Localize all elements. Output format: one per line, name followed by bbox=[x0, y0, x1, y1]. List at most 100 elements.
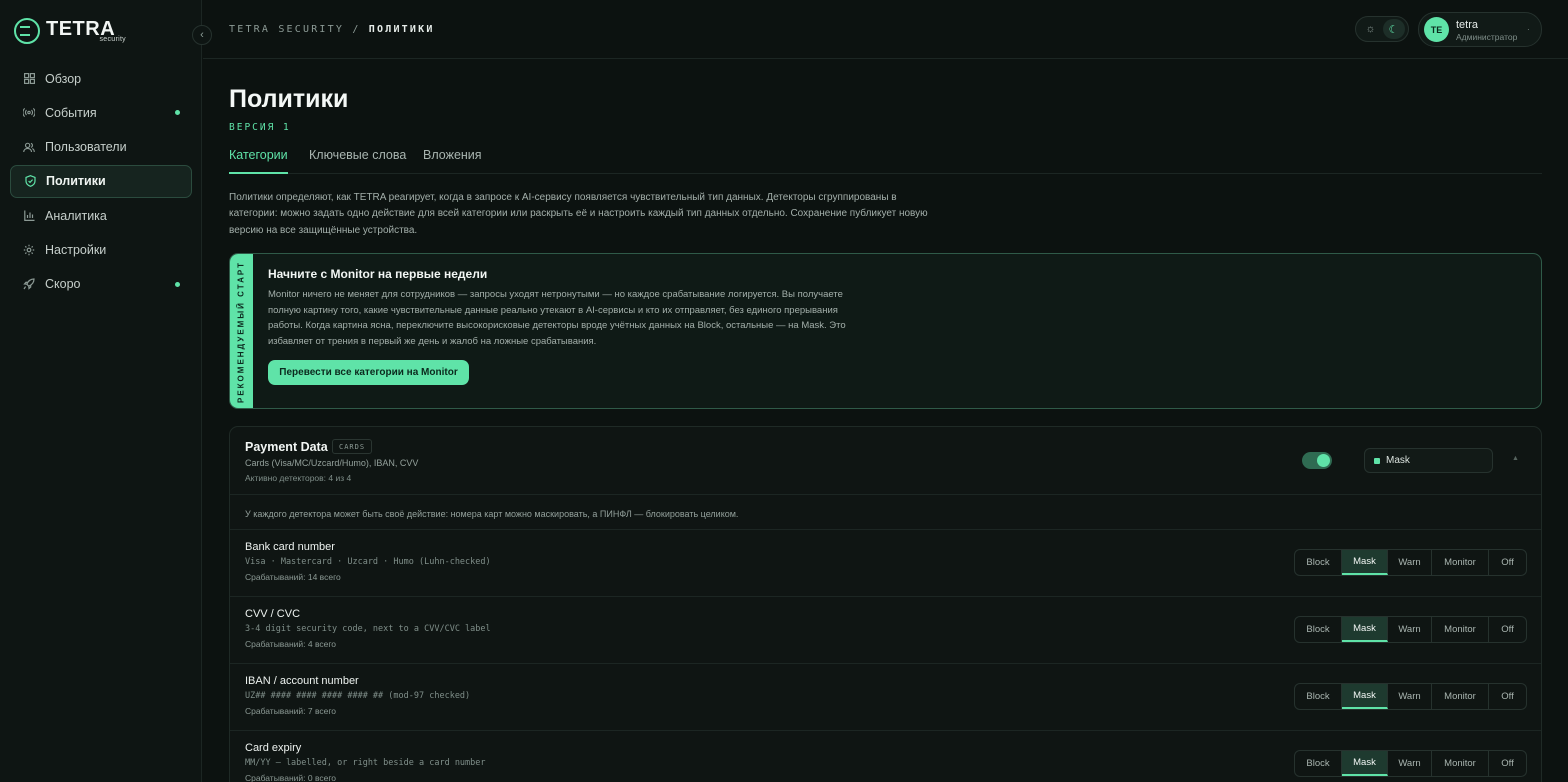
detector-description: 3-4 digit security code, next to a CVV/C… bbox=[245, 624, 491, 634]
sidebar-item-analytics[interactable]: Аналитика bbox=[10, 199, 192, 232]
sidebar-item-soon[interactable]: Скоро bbox=[10, 268, 192, 301]
action-option-off[interactable]: Off bbox=[1489, 751, 1526, 776]
sidebar-item-users[interactable]: Пользователи bbox=[10, 131, 192, 164]
detector-hit-count: Срабатываний: 0 всего bbox=[245, 773, 336, 782]
moon-icon[interactable]: ☾ bbox=[1382, 19, 1405, 39]
sidebar-item-policies[interactable]: Политики bbox=[10, 164, 192, 198]
chevron-left-icon: ‹ bbox=[200, 29, 204, 41]
user-role: Администратор bbox=[1456, 32, 1518, 42]
action-option-warn[interactable]: Warn bbox=[1388, 617, 1432, 642]
topbar: TETRA SECURITY / ПОЛИТИКИ ☼ ☾ TE tetra А… bbox=[203, 0, 1568, 59]
category-card-payment-data: Payment Data CARDS Cards (Visa/MC/Uzcard… bbox=[229, 426, 1542, 782]
sidebar-nav: Обзор События Пользователи Политики Анал… bbox=[10, 62, 192, 302]
action-option-block[interactable]: Block bbox=[1295, 684, 1342, 709]
action-option-mask[interactable]: Mask bbox=[1342, 617, 1388, 642]
detector-row: Card expiry MM/YY — labelled, or right be… bbox=[230, 731, 1541, 782]
action-option-monitor[interactable]: Monitor bbox=[1432, 550, 1489, 575]
recommendation-band-label: РЕКОМЕНДУЕМЫЙ СТАРТ bbox=[236, 261, 246, 403]
theme-toggle: ☼ ☾ bbox=[1355, 16, 1409, 42]
grid-icon bbox=[23, 73, 35, 85]
detector-action-selector: Block Mask Warn Monitor Off bbox=[1294, 549, 1527, 576]
avatar: TE bbox=[1424, 17, 1449, 42]
action-option-mask[interactable]: Mask bbox=[1342, 751, 1388, 776]
shield-icon bbox=[24, 175, 36, 188]
tab-keywords[interactable]: Ключевые слова bbox=[309, 148, 406, 174]
shield-logo-icon bbox=[14, 18, 40, 44]
detector-row: CVV / CVC 3-4 digit security code, next t… bbox=[230, 597, 1541, 664]
action-option-monitor[interactable]: Monitor bbox=[1432, 617, 1489, 642]
set-all-monitor-button[interactable]: Перевести все категории на Monitor bbox=[268, 360, 469, 385]
brand-logo[interactable]: TETRA security bbox=[14, 16, 126, 46]
category-action-select[interactable]: Mask bbox=[1364, 448, 1493, 473]
sidebar-item-label: События bbox=[45, 105, 97, 120]
detector-name: Bank card number bbox=[245, 541, 335, 553]
notification-dot bbox=[175, 110, 180, 116]
recommendation-body: Monitor ничего не меняет для сотрудников… bbox=[268, 289, 846, 347]
action-option-block[interactable]: Block bbox=[1295, 550, 1342, 575]
detector-action-selector: Block Mask Warn Monitor Off bbox=[1294, 750, 1527, 777]
collapse-sidebar-button[interactable]: ‹ bbox=[192, 25, 212, 45]
action-option-mask[interactable]: Mask bbox=[1342, 684, 1388, 709]
action-option-mask[interactable]: Mask bbox=[1342, 550, 1388, 575]
category-enabled-toggle[interactable] bbox=[1302, 452, 1332, 469]
category-hint-row: У каждого детектора может быть своё дейс… bbox=[230, 496, 1541, 530]
broadcast-icon bbox=[23, 107, 35, 119]
sun-icon[interactable]: ☼ bbox=[1360, 19, 1382, 39]
detector-description: MM/YY — labelled, or right beside a card… bbox=[245, 758, 486, 768]
users-icon bbox=[23, 141, 35, 153]
gear-icon bbox=[23, 244, 35, 256]
action-option-monitor[interactable]: Monitor bbox=[1432, 751, 1489, 776]
action-option-warn[interactable]: Warn bbox=[1388, 684, 1432, 709]
detector-description: UZ## #### #### #### #### ## (mod-97 chec… bbox=[245, 691, 471, 701]
detector-description: Visa · Mastercard · Uzcard · Humo (Luhn-… bbox=[245, 557, 491, 567]
action-option-warn[interactable]: Warn bbox=[1388, 751, 1432, 776]
recommendation-band: РЕКОМЕНДУЕМЫЙ СТАРТ bbox=[230, 254, 253, 408]
action-option-monitor[interactable]: Monitor bbox=[1432, 684, 1489, 709]
sidebar-item-label: Скоро bbox=[45, 277, 81, 292]
action-option-off[interactable]: Off bbox=[1489, 550, 1526, 575]
sidebar-item-label: Настройки bbox=[45, 242, 107, 257]
breadcrumb-separator: / bbox=[352, 24, 361, 35]
action-option-block[interactable]: Block bbox=[1295, 751, 1342, 776]
tab-attachments[interactable]: Вложения bbox=[423, 148, 482, 174]
recommendation-callout: РЕКОМЕНДУЕМЫЙ СТАРТ Начните с Monitor на… bbox=[229, 253, 1542, 409]
detector-action-selector: Block Mask Warn Monitor Off bbox=[1294, 683, 1527, 710]
action-option-off[interactable]: Off bbox=[1489, 617, 1526, 642]
detector-row: IBAN / account number UZ## #### #### ####… bbox=[230, 664, 1541, 731]
detector-action-selector: Block Mask Warn Monitor Off bbox=[1294, 616, 1527, 643]
intro-text: Политики определяют, как TETRA реагирует… bbox=[229, 192, 928, 236]
category-hint: У каждого детектора может быть своё дейс… bbox=[245, 509, 739, 519]
version-label: ВЕРСИЯ 1 bbox=[229, 122, 291, 133]
rocket-icon bbox=[23, 278, 35, 291]
tabs: Категории Ключевые слова Вложения bbox=[229, 145, 1542, 174]
sidebar-item-label: Политики bbox=[46, 174, 106, 189]
action-option-block[interactable]: Block bbox=[1295, 617, 1342, 642]
detector-name: IBAN / account number bbox=[245, 675, 359, 687]
sidebar-item-events[interactable]: События bbox=[10, 96, 192, 129]
breadcrumb-current: ПОЛИТИКИ bbox=[368, 24, 435, 35]
detector-hit-count: Срабатываний: 14 всего bbox=[245, 572, 341, 582]
brand-sub: security bbox=[99, 36, 126, 43]
detector-row: Bank card number Visa · Mastercard · Uzca… bbox=[230, 530, 1541, 597]
chevron-down-icon: · bbox=[1527, 25, 1530, 34]
action-option-warn[interactable]: Warn bbox=[1388, 550, 1432, 575]
chevron-up-icon[interactable]: ▲ bbox=[1512, 455, 1519, 462]
tab-categories[interactable]: Категории bbox=[229, 148, 288, 174]
category-badge: CARDS bbox=[332, 439, 373, 454]
breadcrumb-root[interactable]: TETRA SECURITY bbox=[229, 24, 344, 35]
user-menu[interactable]: TE tetra Администратор · bbox=[1418, 12, 1542, 47]
category-title: Payment Data bbox=[245, 440, 328, 454]
sidebar-item-label: Пользователи bbox=[45, 140, 127, 155]
sidebar-item-settings[interactable]: Настройки bbox=[10, 233, 192, 266]
user-name: tetra bbox=[1456, 19, 1479, 31]
detector-hit-count: Срабатываний: 4 всего bbox=[245, 639, 336, 649]
category-subtitle: Cards (Visa/MC/Uzcard/Humo), IBAN, CVV bbox=[245, 458, 419, 468]
detector-name: Card expiry bbox=[245, 742, 302, 754]
bar-chart-icon bbox=[23, 210, 35, 222]
detector-hit-count: Срабатываний: 7 всего bbox=[245, 706, 336, 716]
action-option-off[interactable]: Off bbox=[1489, 684, 1526, 709]
sidebar-item-overview[interactable]: Обзор bbox=[10, 62, 192, 95]
category-header[interactable]: Payment Data CARDS Cards (Visa/MC/Uzcard… bbox=[230, 427, 1541, 495]
sidebar-item-label: Аналитика bbox=[45, 208, 107, 223]
action-color-dot bbox=[1374, 457, 1380, 464]
